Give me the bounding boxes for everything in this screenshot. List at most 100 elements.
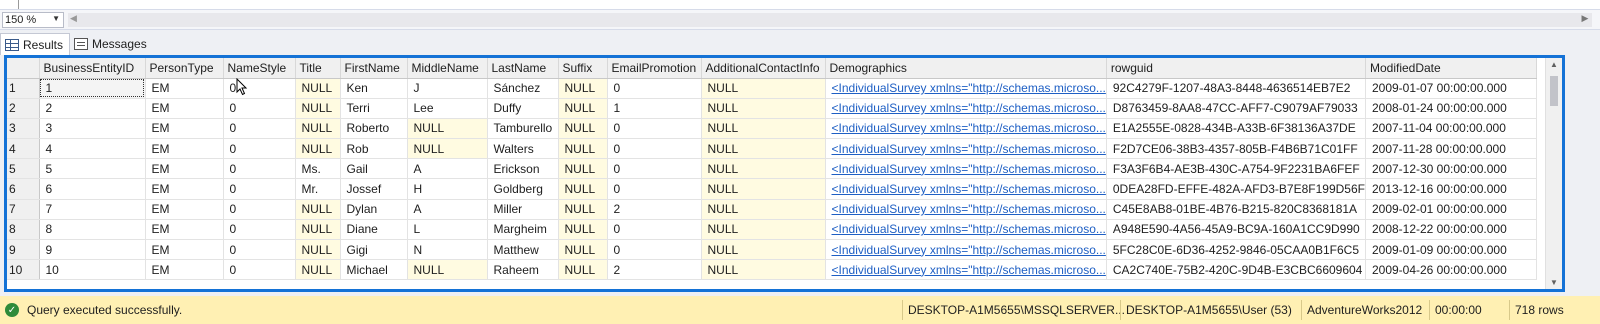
table-row[interactable]: 6 6 EM 0 Mr. Jossef H Goldberg NULL 0 NULL <Individ… bbox=[7, 178, 1537, 200]
grid-cell[interactable]: NULL bbox=[701, 98, 826, 119]
grid-cell[interactable]: Margheim bbox=[487, 219, 559, 241]
grid-cell[interactable]: NULL bbox=[701, 138, 826, 160]
grid-cell[interactable]: 0 bbox=[607, 118, 702, 140]
grid-cell[interactable]: 0 bbox=[223, 219, 296, 241]
grid-cell[interactable]: NULL bbox=[295, 259, 341, 281]
grid-cell[interactable]: J bbox=[407, 78, 488, 99]
grid-cell[interactable]: NULL bbox=[701, 219, 826, 241]
grid-cell[interactable]: Lee bbox=[407, 98, 488, 119]
grid-cell[interactable]: <IndividualSurvey xmlns="http://schemas.… bbox=[825, 199, 1107, 220]
grid-cell[interactable]: EM bbox=[145, 118, 224, 140]
table-row[interactable]: 2 2 EM 0 NULL Terri Lee Duffy NULL 1 NULL <Individu… bbox=[7, 98, 1537, 119]
grid-cell[interactable]: 0 bbox=[223, 138, 296, 160]
table-row[interactable]: 8 8 EM 0 NULL Diane L Margheim NULL 0 NULL <Individ… bbox=[7, 219, 1537, 241]
grid-cell[interactable]: <IndividualSurvey xmlns="http://schemas.… bbox=[825, 259, 1107, 281]
grid-cell[interactable]: 2008-12-22 00:00:00.000 bbox=[1365, 219, 1537, 241]
grid-cell[interactable]: NULL bbox=[407, 118, 488, 140]
grid-cell[interactable]: Walters bbox=[487, 138, 559, 160]
grid-cell[interactable]: Raheem bbox=[487, 259, 559, 281]
column-header[interactable]: Title bbox=[295, 58, 341, 79]
column-header[interactable]: MiddleName bbox=[407, 58, 488, 79]
grid-cell[interactable]: 0 bbox=[223, 239, 296, 261]
column-header[interactable]: rowguid bbox=[1106, 58, 1366, 79]
grid-cell[interactable]: L bbox=[407, 219, 488, 241]
grid-cell[interactable]: 92C4279F-1207-48A3-8448-4636514EB7E2 bbox=[1106, 78, 1366, 99]
grid-cell[interactable]: NULL bbox=[701, 118, 826, 140]
grid-cell[interactable]: NULL bbox=[407, 259, 488, 281]
grid-cell[interactable]: 0 bbox=[223, 199, 296, 220]
grid-cell[interactable]: NULL bbox=[295, 239, 341, 261]
grid-cell[interactable]: D8763459-8AA8-47CC-AFF7-C9079AF79033 bbox=[1106, 98, 1366, 119]
grid-cell[interactable]: NULL bbox=[558, 78, 608, 99]
column-header[interactable]: NameStyle bbox=[223, 58, 296, 79]
grid-cell[interactable]: Erickson bbox=[487, 158, 559, 180]
grid-cell[interactable]: Gail bbox=[340, 158, 408, 180]
column-header[interactable]: LastName bbox=[487, 58, 559, 79]
table-row[interactable]: 5 5 EM 0 Ms. Gail A Erickson NULL 0 NULL <Individua… bbox=[7, 158, 1537, 180]
grid-cell[interactable]: 2007-12-30 00:00:00.000 bbox=[1365, 158, 1537, 180]
grid-cell[interactable]: 2008-01-24 00:00:00.000 bbox=[1365, 98, 1537, 119]
grid-cell[interactable]: Matthew bbox=[487, 239, 559, 261]
grid-cell[interactable]: Tamburello bbox=[487, 118, 559, 140]
grid-cell[interactable]: H bbox=[407, 178, 488, 200]
grid-cell[interactable]: A bbox=[407, 158, 488, 180]
corner-cell[interactable] bbox=[7, 58, 40, 79]
scroll-right-icon[interactable]: ▶ bbox=[1578, 13, 1592, 27]
grid-cell[interactable]: NULL bbox=[558, 219, 608, 241]
row-number[interactable]: 6 bbox=[7, 178, 40, 200]
grid-cell[interactable]: NULL bbox=[295, 118, 341, 140]
scroll-up-icon[interactable]: ▲ bbox=[1550, 60, 1558, 69]
grid-cell[interactable]: NULL bbox=[558, 98, 608, 119]
grid-cell[interactable]: NULL bbox=[701, 78, 826, 99]
grid-cell[interactable]: <IndividualSurvey xmlns="http://schemas.… bbox=[825, 239, 1107, 261]
grid-cell[interactable]: EM bbox=[145, 219, 224, 241]
grid-cell[interactable]: 5 bbox=[39, 158, 146, 180]
grid-cell[interactable]: <IndividualSurvey xmlns="http://schemas.… bbox=[825, 78, 1107, 99]
grid-cell[interactable]: 0 bbox=[223, 98, 296, 119]
grid-cell[interactable]: 2013-12-16 00:00:00.000 bbox=[1365, 178, 1537, 200]
grid-cell[interactable]: 2009-01-07 00:00:00.000 bbox=[1365, 78, 1537, 99]
grid-cell[interactable]: CA2C740E-75B2-420C-9D4B-E3CBC6609604 bbox=[1106, 259, 1366, 281]
grid-cell[interactable]: NULL bbox=[558, 178, 608, 200]
grid-cell[interactable]: NULL bbox=[558, 259, 608, 281]
row-number[interactable]: 1 bbox=[7, 78, 40, 99]
grid-cell[interactable]: 2 bbox=[607, 199, 702, 220]
grid-cell[interactable]: Jossef bbox=[340, 178, 408, 200]
column-header[interactable]: EmailPromotion bbox=[607, 58, 702, 79]
grid-cell[interactable]: 0 bbox=[223, 78, 296, 99]
grid-cell[interactable]: EM bbox=[145, 98, 224, 119]
tab-results[interactable]: Results bbox=[0, 33, 71, 55]
scroll-thumb[interactable] bbox=[1550, 76, 1558, 106]
table-row[interactable]: 10 10 EM 0 NULL Michael NULL Raheem NULL 2 NULL <In… bbox=[7, 259, 1537, 281]
grid-cell[interactable]: 1 bbox=[607, 98, 702, 119]
column-header[interactable]: ModifiedDate bbox=[1365, 58, 1537, 79]
grid-cell[interactable]: 9 bbox=[39, 239, 146, 261]
grid-cell[interactable]: A bbox=[407, 199, 488, 220]
grid-cell[interactable]: Dylan bbox=[340, 199, 408, 220]
grid-cell[interactable]: EM bbox=[145, 158, 224, 180]
column-header[interactable]: FirstName bbox=[340, 58, 408, 79]
grid-cell[interactable]: NULL bbox=[558, 158, 608, 180]
grid-cell[interactable]: NULL bbox=[558, 199, 608, 220]
grid-cell[interactable]: 5FC28C0E-6D36-4252-9846-05CAA0B1F6C5 bbox=[1106, 239, 1366, 261]
grid-cell[interactable]: N bbox=[407, 239, 488, 261]
grid-cell[interactable]: EM bbox=[145, 178, 224, 200]
scroll-down-icon[interactable]: ▼ bbox=[1550, 278, 1558, 287]
grid-cell[interactable]: 0 bbox=[223, 259, 296, 281]
vertical-scrollbar[interactable]: ▲ ▼ bbox=[1545, 58, 1562, 289]
column-header[interactable]: PersonType bbox=[145, 58, 224, 79]
row-number[interactable]: 8 bbox=[7, 219, 40, 241]
grid-cell[interactable]: F2D7CE06-38B3-4357-805B-F4B6B71C01FF bbox=[1106, 138, 1366, 160]
grid-cell[interactable]: Roberto bbox=[340, 118, 408, 140]
grid-cell[interactable]: 0 bbox=[223, 158, 296, 180]
grid-cell[interactable]: 2 bbox=[607, 259, 702, 281]
grid-cell[interactable]: 0 bbox=[607, 239, 702, 261]
grid-cell[interactable]: NULL bbox=[558, 239, 608, 261]
row-number[interactable]: 3 bbox=[7, 118, 40, 140]
grid-cell[interactable]: NULL bbox=[295, 138, 341, 160]
grid-cell[interactable]: NULL bbox=[701, 259, 826, 281]
table-row[interactable]: 3 3 EM 0 NULL Roberto NULL Tamburello NULL 0 NULL <… bbox=[7, 118, 1537, 140]
grid-cell[interactable]: Rob bbox=[340, 138, 408, 160]
grid-cell[interactable]: 0 bbox=[607, 78, 702, 99]
grid-cell[interactable]: 0DEA28FD-EFFE-482A-AFD3-B7E8F199D56F bbox=[1106, 178, 1366, 200]
